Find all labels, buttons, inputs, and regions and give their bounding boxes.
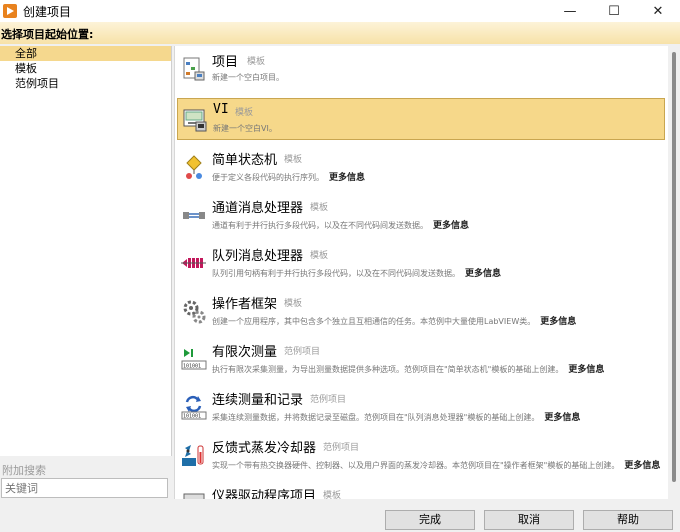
gears-icon (183, 300, 206, 324)
more-info-link[interactable]: 更多信息 (465, 269, 501, 279)
keyword-search-input[interactable] (1, 478, 168, 498)
template-description: 新建一个空白项目。 (212, 73, 284, 82)
template-item-continuous-measurement-logging[interactable]: 101001 连续测量和记录 范例项目 采集连续测量数据，并将数据记录至磁盘。范… (177, 386, 665, 428)
state-machine-icon (186, 155, 202, 179)
template-tag: 模板 (310, 203, 329, 213)
template-description-text: 采集连续测量数据，并将数据记录至磁盘。范例项目在"队列消息处理器"模板的基础上创… (212, 413, 540, 422)
template-description-text: 队列引用句柄有利于并行执行多段代码，以及在不同代码间发送数据。 (212, 269, 460, 278)
template-tag: 模板 (235, 108, 254, 118)
template-name: 队列消息处理器 (212, 249, 304, 264)
header-band: 选择项目起始位置: (0, 22, 680, 44)
template-description-text: 实现一个带有热交换器硬件、控制器、以及用户界面的蒸发冷却器。本范例项目在"操作者… (212, 461, 620, 470)
template-item-finite-measurement[interactable]: 101001 有限次测量 范例项目 执行有限次采集测量，为导出测量数据提供多种选… (177, 338, 665, 380)
template-item-channel-message-handler[interactable]: 通道消息处理器 模板 通道有利于并行执行多段代码，以及在不同代码间发送数据。 更多… (177, 194, 665, 236)
more-info-link[interactable]: 更多信息 (544, 413, 580, 423)
template-description-text: 便于定义各段代码的执行序列。 (212, 173, 324, 182)
title-bar: 创建项目 — ☐ ✕ (0, 0, 680, 22)
category-sample-projects[interactable]: 范例项目 (0, 76, 171, 91)
template-description: 采集连续测量数据，并将数据记录至磁盘。范例项目在"队列消息处理器"模板的基础上创… (212, 410, 580, 423)
more-info-link[interactable]: 更多信息 (568, 365, 604, 375)
template-description: 通道有利于并行执行多段代码，以及在不同代码间发送数据。 更多信息 (212, 218, 469, 231)
cooler-icon (182, 445, 204, 466)
template-name: 有限次测量 (212, 345, 278, 360)
template-tag: 范例项目 (284, 347, 321, 357)
finish-button[interactable]: 完成 (385, 510, 475, 530)
template-description: 执行有限次采集测量，为导出测量数据提供多种选项。范例项目在"简单状态机"模板的基… (212, 362, 604, 375)
template-description: 便于定义各段代码的执行序列。 更多信息 (212, 170, 365, 183)
queue-icon (181, 258, 206, 268)
template-list: 项目 模板 新建一个空白项目。 VI 模板 新建一个空白VI。 简单状态机 模板… (174, 46, 668, 499)
template-name: 项目 (212, 55, 239, 70)
category-all[interactable]: 全部 (0, 46, 171, 61)
template-item-feedback-evaporative-cooler[interactable]: 反馈式蒸发冷却器 范例项目 实现一个带有热交换器硬件、控制器、以及用户界面的蒸发… (177, 434, 665, 476)
template-name: VI (213, 102, 229, 117)
instrument-icon (183, 493, 205, 499)
labview-app-icon (3, 4, 17, 18)
template-description: 实现一个带有热交换器硬件、控制器、以及用户界面的蒸发冷却器。本范例项目在"操作者… (212, 458, 660, 471)
template-description: 队列引用句柄有利于并行执行多段代码，以及在不同代码间发送数据。 更多信息 (212, 266, 501, 279)
more-info-link[interactable]: 更多信息 (540, 317, 576, 327)
template-tag: 模板 (284, 299, 303, 309)
more-info-link[interactable]: 更多信息 (329, 173, 365, 183)
scrollbar-thumb[interactable] (672, 52, 676, 482)
template-tag: 范例项目 (310, 395, 347, 405)
template-list-scrollbar[interactable] (670, 46, 678, 499)
template-item-project[interactable]: 项目 模板 新建一个空白项目。 (177, 48, 665, 90)
vi-icon (183, 109, 207, 132)
template-description-text: 通道有利于并行执行多段代码，以及在不同代码间发送数据。 (212, 221, 428, 230)
template-name: 简单状态机 (212, 153, 278, 168)
template-tag: 模板 (310, 251, 329, 261)
start-location-label: 选择项目起始位置: (1, 28, 94, 41)
template-tag: 模板 (247, 57, 266, 67)
channel-icon (183, 212, 205, 219)
svg-text:101001: 101001 (183, 364, 201, 370)
template-tag: 模板 (323, 491, 342, 499)
template-item-simple-state-machine[interactable]: 简单状态机 模板 便于定义各段代码的执行序列。 更多信息 (177, 146, 665, 188)
close-button[interactable]: ✕ (636, 0, 680, 22)
template-name: 通道消息处理器 (212, 201, 304, 216)
template-name: 反馈式蒸发冷却器 (212, 441, 317, 456)
template-description-text: 执行有限次采集测量，为导出测量数据提供多种选项。范例项目在"简单状态机"模板的基… (212, 365, 564, 374)
template-name: 仪器驱动程序项目 (212, 489, 317, 499)
window-title: 创建项目 (23, 4, 72, 19)
template-tag: 范例项目 (323, 443, 360, 453)
template-item-instrument-driver-project[interactable]: 仪器驱动程序项目 模板 (177, 482, 665, 499)
svg-text:101001: 101001 (183, 414, 201, 420)
template-item-vi[interactable]: VI 模板 新建一个空白VI。 (177, 98, 665, 140)
template-description: 创建一个应用程序，其中包含多个独立且互相通信的任务。本范例中大量使用LabVIE… (212, 314, 576, 327)
more-info-link[interactable]: 更多信息 (624, 461, 660, 471)
continuous-measure-icon: 101001 (181, 395, 207, 420)
template-item-actor-framework[interactable]: 操作者框架 模板 创建一个应用程序，其中包含多个独立且互相通信的任务。本范例中大… (177, 290, 665, 332)
additional-search-label: 附加搜索 (2, 464, 46, 477)
minimize-button[interactable]: — (548, 0, 592, 22)
category-list: 全部 模板 范例项目 (0, 46, 172, 456)
finite-measure-icon: 101001 (181, 349, 207, 370)
maximize-button[interactable]: ☐ (592, 0, 636, 22)
template-tag: 模板 (284, 155, 303, 165)
template-description: 新建一个空白VI。 (213, 124, 277, 133)
project-icon (183, 57, 205, 81)
template-name: 操作者框架 (212, 297, 278, 312)
button-bar (0, 500, 680, 532)
template-item-queued-message-handler[interactable]: 队列消息处理器 模板 队列引用句柄有利于并行执行多段代码，以及在不同代码间发送数… (177, 242, 665, 284)
template-description-text: 创建一个应用程序，其中包含多个独立且互相通信的任务。本范例中大量使用LabVIE… (212, 317, 536, 326)
more-info-link[interactable]: 更多信息 (433, 221, 469, 231)
category-templates[interactable]: 模板 (0, 61, 171, 76)
cancel-button[interactable]: 取消 (484, 510, 574, 530)
help-button[interactable]: 帮助 (583, 510, 673, 530)
template-name: 连续测量和记录 (212, 393, 304, 408)
